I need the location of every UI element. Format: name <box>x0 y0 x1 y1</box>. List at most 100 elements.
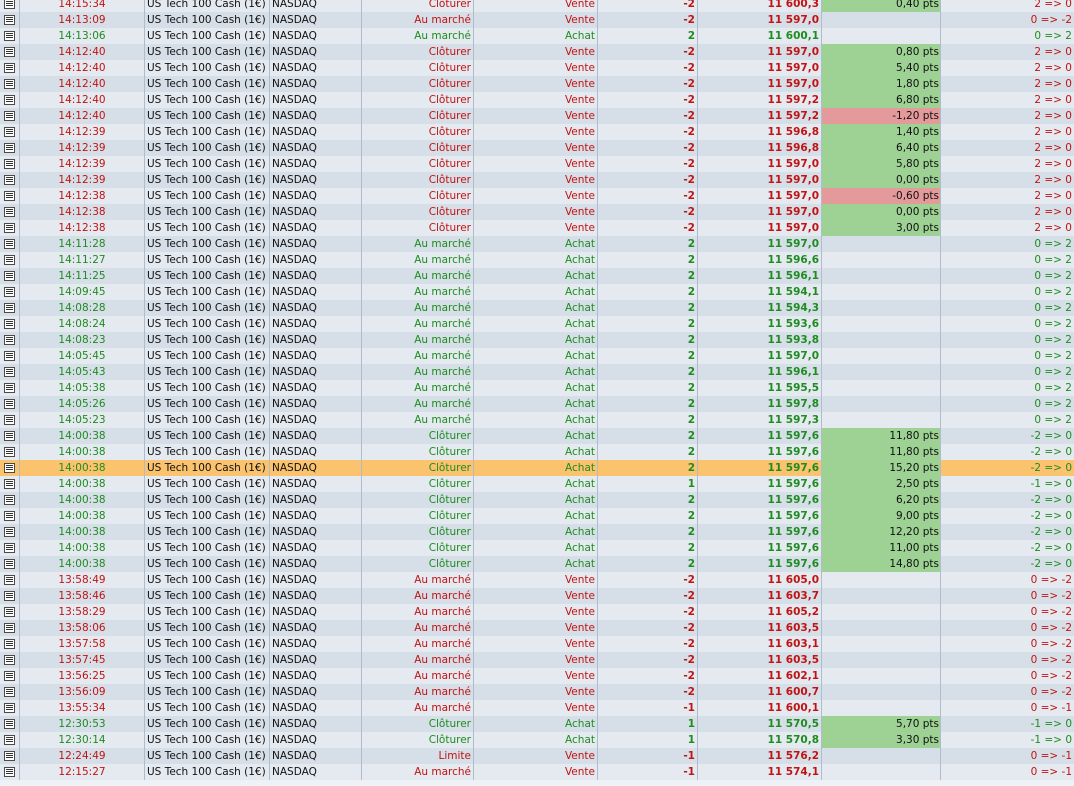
document-icon[interactable] <box>4 399 15 409</box>
row-details-cell[interactable] <box>0 284 20 300</box>
table-row[interactable]: 14:05:38 US Tech 100 Cash (1€) NASDAQ Au ma… <box>0 380 1074 396</box>
table-row[interactable]: 14:12:39 US Tech 100 Cash (1€) NASDAQ Clôtu… <box>0 156 1074 172</box>
row-details-cell[interactable] <box>0 28 20 44</box>
row-details-cell[interactable] <box>0 108 20 124</box>
table-row[interactable]: 13:56:25 US Tech 100 Cash (1€) NASDAQ Au ma… <box>0 668 1074 684</box>
table-row[interactable]: 14:13:06 US Tech 100 Cash (1€) NASDAQ Au ma… <box>0 28 1074 44</box>
document-icon[interactable] <box>4 623 15 633</box>
document-icon[interactable] <box>4 447 15 457</box>
table-row[interactable]: 14:15:34 US Tech 100 Cash (1€) NASDAQ Clôtu… <box>0 0 1074 12</box>
row-details-cell[interactable] <box>0 156 20 172</box>
table-row[interactable]: 14:05:45 US Tech 100 Cash (1€) NASDAQ Au ma… <box>0 348 1074 364</box>
row-details-cell[interactable] <box>0 668 20 684</box>
document-icon[interactable] <box>4 607 15 617</box>
row-details-cell[interactable] <box>0 476 20 492</box>
table-row[interactable]: 12:30:53 US Tech 100 Cash (1€) NASDAQ Clôtu… <box>0 716 1074 732</box>
document-icon[interactable] <box>4 47 15 57</box>
row-details-cell[interactable] <box>0 604 20 620</box>
table-row[interactable]: 14:00:38 US Tech 100 Cash (1€) NASDAQ Clôtu… <box>0 540 1074 556</box>
table-row[interactable]: 12:30:14 US Tech 100 Cash (1€) NASDAQ Clôtu… <box>0 732 1074 748</box>
table-row[interactable]: 12:15:27 US Tech 100 Cash (1€) NASDAQ Au ma… <box>0 764 1074 780</box>
document-icon[interactable] <box>4 559 15 569</box>
table-row[interactable]: 14:00:38 US Tech 100 Cash (1€) NASDAQ Clôtu… <box>0 444 1074 460</box>
row-details-cell[interactable] <box>0 732 20 748</box>
table-row[interactable]: 13:55:34 US Tech 100 Cash (1€) NASDAQ Au ma… <box>0 700 1074 716</box>
document-icon[interactable] <box>4 655 15 665</box>
table-row[interactable]: 14:12:40 US Tech 100 Cash (1€) NASDAQ Clôtu… <box>0 108 1074 124</box>
row-details-cell[interactable] <box>0 12 20 28</box>
row-details-cell[interactable] <box>0 684 20 700</box>
table-row[interactable]: 14:11:25 US Tech 100 Cash (1€) NASDAQ Au ma… <box>0 268 1074 284</box>
document-icon[interactable] <box>4 543 15 553</box>
row-details-cell[interactable] <box>0 444 20 460</box>
document-icon[interactable] <box>4 303 15 313</box>
row-details-cell[interactable] <box>0 652 20 668</box>
row-details-cell[interactable] <box>0 588 20 604</box>
document-icon[interactable] <box>4 0 15 9</box>
table-row[interactable]: 14:11:27 US Tech 100 Cash (1€) NASDAQ Au ma… <box>0 252 1074 268</box>
row-details-cell[interactable] <box>0 556 20 572</box>
document-icon[interactable] <box>4 687 15 697</box>
table-row[interactable]: 14:00:38 US Tech 100 Cash (1€) NASDAQ Clôtu… <box>0 524 1074 540</box>
table-row[interactable]: 13:58:06 US Tech 100 Cash (1€) NASDAQ Au ma… <box>0 620 1074 636</box>
row-details-cell[interactable] <box>0 764 20 780</box>
document-icon[interactable] <box>4 703 15 713</box>
table-row[interactable]: 13:57:58 US Tech 100 Cash (1€) NASDAQ Au ma… <box>0 636 1074 652</box>
table-row[interactable]: 14:12:40 US Tech 100 Cash (1€) NASDAQ Clôtu… <box>0 60 1074 76</box>
row-details-cell[interactable] <box>0 492 20 508</box>
document-icon[interactable] <box>4 463 15 473</box>
table-row[interactable]: 14:12:40 US Tech 100 Cash (1€) NASDAQ Clôtu… <box>0 76 1074 92</box>
row-details-cell[interactable] <box>0 524 20 540</box>
document-icon[interactable] <box>4 351 15 361</box>
row-details-cell[interactable] <box>0 380 20 396</box>
document-icon[interactable] <box>4 431 15 441</box>
table-row[interactable]: 14:12:38 US Tech 100 Cash (1€) NASDAQ Clôtu… <box>0 204 1074 220</box>
table-row[interactable]: 14:12:39 US Tech 100 Cash (1€) NASDAQ Clôtu… <box>0 172 1074 188</box>
document-icon[interactable] <box>4 127 15 137</box>
table-row[interactable]: 14:11:28 US Tech 100 Cash (1€) NASDAQ Au ma… <box>0 236 1074 252</box>
row-details-cell[interactable] <box>0 428 20 444</box>
document-icon[interactable] <box>4 383 15 393</box>
document-icon[interactable] <box>4 207 15 217</box>
row-details-cell[interactable] <box>0 140 20 156</box>
table-row[interactable]: 13:57:45 US Tech 100 Cash (1€) NASDAQ Au ma… <box>0 652 1074 668</box>
document-icon[interactable] <box>4 255 15 265</box>
document-icon[interactable] <box>4 719 15 729</box>
document-icon[interactable] <box>4 735 15 745</box>
table-row[interactable]: 14:00:38 US Tech 100 Cash (1€) NASDAQ Clôtu… <box>0 476 1074 492</box>
row-details-cell[interactable] <box>0 204 20 220</box>
document-icon[interactable] <box>4 671 15 681</box>
table-row[interactable]: 14:09:45 US Tech 100 Cash (1€) NASDAQ Au ma… <box>0 284 1074 300</box>
table-row[interactable]: 14:05:23 US Tech 100 Cash (1€) NASDAQ Au ma… <box>0 412 1074 428</box>
row-details-cell[interactable] <box>0 124 20 140</box>
row-details-cell[interactable] <box>0 92 20 108</box>
table-row[interactable]: 14:05:43 US Tech 100 Cash (1€) NASDAQ Au ma… <box>0 364 1074 380</box>
document-icon[interactable] <box>4 15 15 25</box>
table-row[interactable]: 14:08:28 US Tech 100 Cash (1€) NASDAQ Au ma… <box>0 300 1074 316</box>
document-icon[interactable] <box>4 335 15 345</box>
table-row[interactable]: 13:58:46 US Tech 100 Cash (1€) NASDAQ Au ma… <box>0 588 1074 604</box>
document-icon[interactable] <box>4 287 15 297</box>
document-icon[interactable] <box>4 367 15 377</box>
document-icon[interactable] <box>4 591 15 601</box>
document-icon[interactable] <box>4 143 15 153</box>
table-row[interactable]: 14:00:38 US Tech 100 Cash (1€) NASDAQ Clôtu… <box>0 428 1074 444</box>
table-row[interactable]: 13:56:09 US Tech 100 Cash (1€) NASDAQ Au ma… <box>0 684 1074 700</box>
table-row[interactable]: 14:12:40 US Tech 100 Cash (1€) NASDAQ Clôtu… <box>0 92 1074 108</box>
table-row[interactable]: 14:08:23 US Tech 100 Cash (1€) NASDAQ Au ma… <box>0 332 1074 348</box>
row-details-cell[interactable] <box>0 460 20 476</box>
row-details-cell[interactable] <box>0 252 20 268</box>
row-details-cell[interactable] <box>0 620 20 636</box>
document-icon[interactable] <box>4 767 15 777</box>
document-icon[interactable] <box>4 639 15 649</box>
document-icon[interactable] <box>4 191 15 201</box>
table-row[interactable]: 14:00:38 US Tech 100 Cash (1€) NASDAQ Clôtu… <box>0 556 1074 572</box>
document-icon[interactable] <box>4 319 15 329</box>
table-row[interactable]: 14:08:24 US Tech 100 Cash (1€) NASDAQ Au ma… <box>0 316 1074 332</box>
row-details-cell[interactable] <box>0 188 20 204</box>
row-details-cell[interactable] <box>0 220 20 236</box>
document-icon[interactable] <box>4 479 15 489</box>
table-row[interactable]: 14:12:39 US Tech 100 Cash (1€) NASDAQ Clôtu… <box>0 124 1074 140</box>
document-icon[interactable] <box>4 751 15 761</box>
row-details-cell[interactable] <box>0 172 20 188</box>
